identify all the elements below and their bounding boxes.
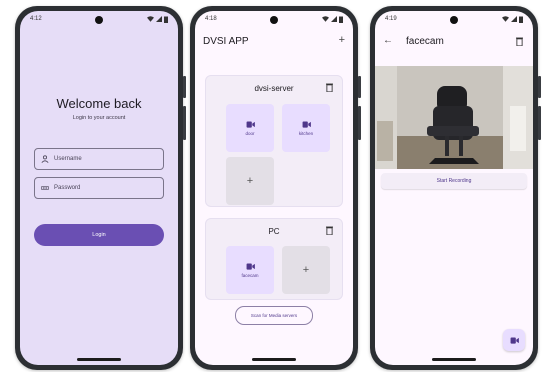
home-indicator[interactable] [77,358,121,361]
plus-icon: + [246,175,254,187]
video-camera-icon [246,120,255,128]
welcome-subtitle: Login to your account [72,115,126,121]
status-icons [322,16,343,23]
wifi-icon [322,16,329,22]
camera-tile[interactable]: kitchen [282,104,330,152]
server-name: PC [268,227,280,236]
camera-cutout [450,16,458,24]
person-icon [41,155,49,163]
status-icons [502,16,523,23]
record-fab[interactable] [503,329,525,351]
camera-cutout [95,16,103,24]
camera-label: facecam [241,272,259,278]
phone-login: 4:12 Welcome back Login to your account … [15,6,186,370]
video-frame-image [375,66,533,169]
camera-cutout [270,16,278,24]
signal-icon [331,16,337,22]
home-indicator[interactable] [252,358,296,361]
password-field[interactable]: Password [34,177,164,199]
camera-label: door [245,130,255,136]
password-placeholder: Password [54,185,81,191]
status-icons [147,16,168,23]
video-camera-icon [302,120,311,128]
wifi-icon [147,16,154,22]
scan-media-servers-button[interactable]: Scan for Media servers [235,306,313,325]
server-name: dvsi-server [254,84,294,93]
back-arrow-icon[interactable]: ← [383,35,393,46]
username-placeholder: Username [54,156,82,162]
video-camera-icon [246,262,255,270]
battery-icon [339,16,343,23]
server-card: PC facecam + [205,218,343,300]
camera-screen: 4:19 ← facecam Start Recording [375,11,533,365]
status-time: 4:12 [30,16,42,22]
login-screen: 4:12 Welcome back Login to your account … [20,11,178,365]
username-field[interactable]: Username [34,148,164,170]
add-camera-tile[interactable]: + [282,246,330,294]
battery-icon [164,16,168,23]
add-camera-tile[interactable]: + [226,157,274,205]
camera-tile[interactable]: door [226,104,274,152]
start-recording-button[interactable]: Start Recording [381,173,527,189]
camera-tile[interactable]: facecam [226,246,274,294]
welcome-title: Welcome back [56,96,142,111]
phone-camera: 4:19 ← facecam Start Recording [370,6,541,370]
camera-title: facecam [406,36,444,47]
video-camera-icon [510,336,519,344]
server-card: dvsi-server door kitchen + [205,75,343,207]
password-dots-icon [41,186,49,190]
battery-icon [519,16,523,23]
add-server-icon[interactable]: + [339,34,345,46]
phone-servers: 4:18 DVSI APP + dvsi-server door kitchen… [190,6,361,370]
camera-label: kitchen [298,130,314,136]
signal-icon [511,16,517,22]
status-time: 4:19 [385,16,397,22]
app-title: DVSI APP [203,36,249,47]
delete-icon[interactable] [326,226,333,235]
status-time: 4:18 [205,16,217,22]
login-button[interactable]: Login [34,224,164,246]
wifi-icon [502,16,509,22]
servers-screen: 4:18 DVSI APP + dvsi-server door kitchen… [195,11,353,365]
signal-icon [156,16,162,22]
delete-icon[interactable] [326,83,333,92]
video-stream[interactable] [375,66,533,169]
home-indicator[interactable] [432,358,476,361]
plus-icon: + [302,264,310,276]
delete-icon[interactable] [516,37,523,46]
